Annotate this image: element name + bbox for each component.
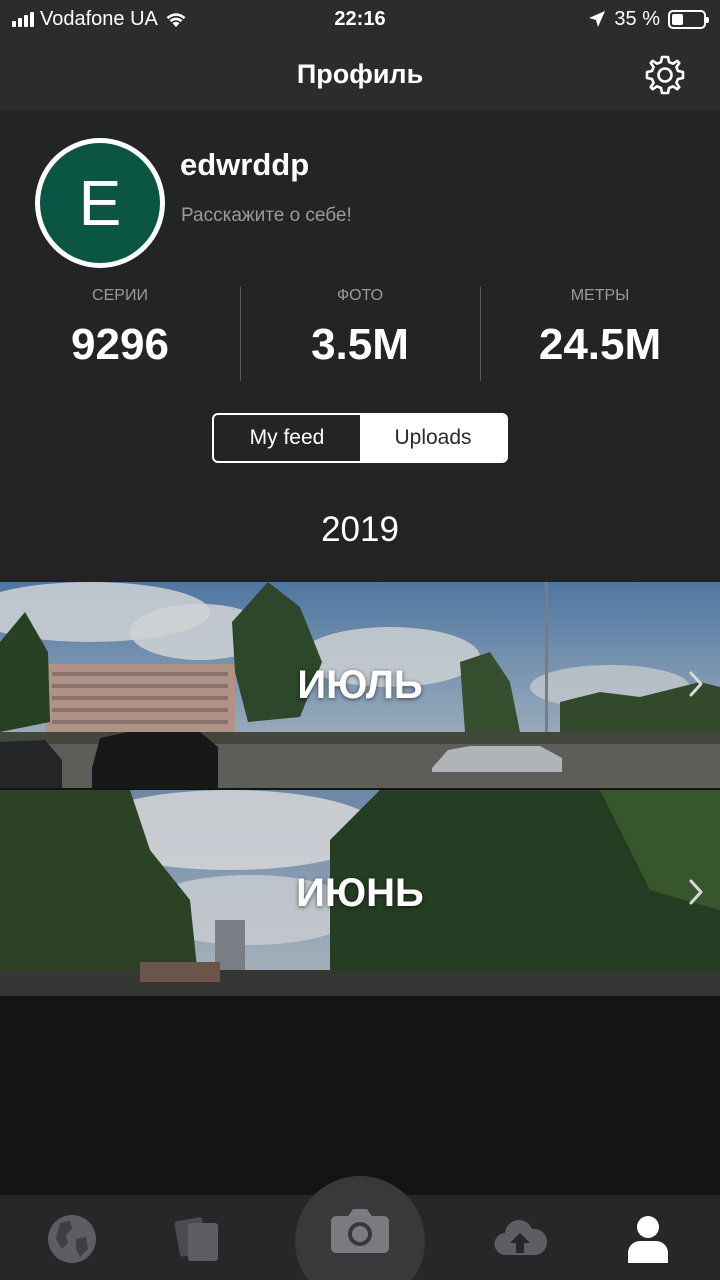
chevron-right-icon	[689, 671, 703, 697]
stats-row: СЕРИИ 9296 ФОТО 3.5M МЕТРЫ 24.5M	[0, 285, 720, 381]
tab-uploads[interactable]: Uploads	[360, 415, 506, 461]
avatar[interactable]: E	[35, 138, 165, 268]
status-right: 35 %	[588, 0, 709, 38]
stat-photos: ФОТО 3.5M	[240, 285, 480, 370]
bio-prompt[interactable]: Расскажите о себе!	[181, 205, 352, 227]
camera-icon	[331, 1209, 389, 1253]
page-title: Профиль	[296, 59, 424, 89]
empty-feed-area	[0, 997, 720, 1195]
battery-percent: 35 %	[614, 7, 660, 30]
stat-label: МЕТРЫ	[570, 287, 630, 304]
stat-label: ФОТО	[336, 287, 384, 304]
month-label: ИЮНЬ	[296, 871, 424, 915]
feed-segmented-control: My feed Uploads	[212, 413, 508, 463]
chevron-right-icon	[689, 879, 703, 905]
month-row-july[interactable]: ИЮЛЬ	[0, 582, 720, 788]
month-label: ИЮЛЬ	[297, 663, 423, 707]
cards-icon[interactable]	[168, 1209, 228, 1269]
tab-my-feed[interactable]: My feed	[214, 415, 360, 461]
stat-meters: МЕТРЫ 24.5M	[480, 285, 720, 370]
stat-label: СЕРИИ	[92, 287, 148, 304]
battery-level	[672, 13, 683, 25]
stat-series: СЕРИИ 9296	[0, 285, 240, 370]
avatar-initial: E	[40, 143, 160, 263]
globe-icon[interactable]	[42, 1209, 102, 1269]
cloud-upload-icon[interactable]	[490, 1209, 550, 1269]
username: edwrddp	[180, 147, 310, 182]
stat-value: 3.5M	[311, 320, 409, 369]
year-header: 2019	[0, 477, 720, 582]
settings-gear-icon[interactable]	[644, 54, 686, 96]
location-arrow-icon	[589, 11, 606, 27]
profile-header: E edwrddp Расскажите о себе! СЕРИИ 9296 …	[0, 111, 720, 477]
stat-value: 24.5M	[538, 320, 662, 369]
navigation-bar: Профиль	[0, 38, 720, 111]
stat-value: 9296	[71, 320, 169, 369]
battery-icon	[668, 9, 709, 29]
user-icon[interactable]	[618, 1209, 678, 1269]
month-row-june[interactable]: ИЮНЬ	[0, 790, 720, 996]
status-bar: Vodafone UA 22:16 35 %	[0, 0, 720, 38]
